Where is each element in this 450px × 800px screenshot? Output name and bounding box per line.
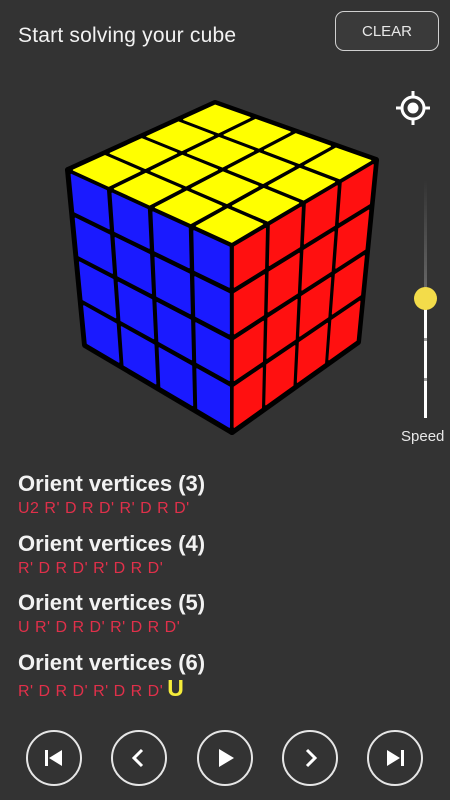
step-title: Orient vertices (3) bbox=[18, 471, 206, 496]
step-title: Orient vertices (6) bbox=[18, 649, 206, 675]
play-button[interactable] bbox=[197, 730, 253, 786]
step-title: Orient vertices (5) bbox=[18, 590, 206, 615]
speed-slider-thumb[interactable] bbox=[414, 287, 437, 310]
crosshair-locate-icon[interactable] bbox=[395, 90, 431, 126]
clear-button[interactable]: CLEAR bbox=[335, 11, 439, 51]
playback-controls bbox=[0, 730, 450, 790]
step-moves: U R' D R D' R' D R D' bbox=[18, 619, 181, 636]
step-item[interactable]: Orient vertices (3) U2 R' D R D' R' D R … bbox=[18, 470, 438, 530]
speed-label: Speed bbox=[401, 428, 445, 445]
step-item[interactable]: Orient vertices (6) R' D R D' R' D R D' U bbox=[18, 649, 438, 709]
current-move-highlight: U bbox=[167, 674, 185, 701]
skip-to-start-icon bbox=[45, 750, 62, 766]
step-item[interactable]: Orient vertices (5) U R' D R D' R' D R D… bbox=[18, 589, 438, 649]
play-icon bbox=[219, 749, 234, 767]
step-moves: U2 R' D R D' R' D R D' bbox=[18, 500, 190, 517]
chevron-left-icon bbox=[131, 748, 144, 768]
last-step-button[interactable] bbox=[367, 730, 423, 786]
page-title: Start solving your cube bbox=[18, 24, 237, 47]
step-moves: R' D R D' R' D R D' bbox=[18, 559, 164, 577]
rubiks-cube-3d-view[interactable] bbox=[60, 95, 390, 445]
solution-steps-list: Orient vertices (3) U2 R' D R D' R' D R … bbox=[18, 470, 438, 708]
step-item[interactable]: Orient vertices (4) R' D R D' R' D R D' bbox=[18, 530, 438, 590]
step-moves: R' D R D' R' D R D' U bbox=[18, 674, 185, 701]
previous-step-button[interactable] bbox=[111, 730, 167, 786]
chevron-right-icon bbox=[305, 748, 318, 768]
step-title: Orient vertices (4) bbox=[18, 530, 206, 556]
skip-to-end-icon bbox=[387, 750, 404, 766]
next-step-button[interactable] bbox=[282, 730, 338, 786]
first-step-button[interactable] bbox=[26, 730, 82, 786]
